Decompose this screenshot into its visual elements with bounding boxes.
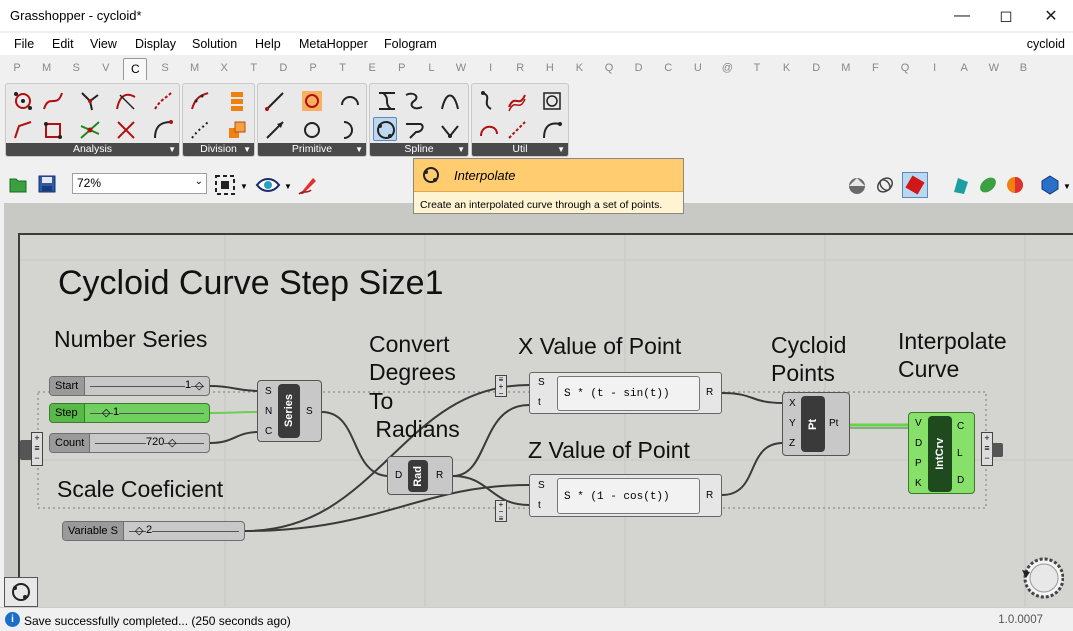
intcrv-input-d[interactable]: D xyxy=(915,438,922,449)
intcrv-input-v[interactable]: V xyxy=(915,418,922,429)
intcrv-output-d[interactable]: D xyxy=(957,475,964,486)
label-convert-3: To xyxy=(369,388,394,414)
tooltip-title: Interpolate xyxy=(454,168,516,183)
expr-x-input-s[interactable]: S xyxy=(538,377,545,388)
diamond-handle-icon[interactable]: ◇ xyxy=(135,524,143,537)
expression-z-component[interactable]: S t S * (1 - cos(t)) R xyxy=(529,474,722,517)
expr-z-text: S * (1 - cos(t)) xyxy=(564,491,670,503)
intcrv-output-l[interactable]: L xyxy=(957,448,963,459)
expr-z-input-s[interactable]: S xyxy=(538,480,545,491)
label-x-value: X Value of Point xyxy=(518,333,682,359)
label-z-value: Z Value of Point xyxy=(528,437,690,463)
label-convert-4: Radians xyxy=(369,416,460,442)
series-input-c[interactable]: C xyxy=(265,426,272,437)
slider-count[interactable]: Count 720 ◇ xyxy=(49,433,210,453)
pt-core: Pt xyxy=(801,396,825,452)
rad-core: Rad xyxy=(408,460,428,492)
interpolate-icon xyxy=(420,164,442,186)
tooltip: Interpolate Create an interpolated curve… xyxy=(413,158,684,214)
label-convert-1: Convert xyxy=(369,331,450,357)
pt-output[interactable]: Pt xyxy=(829,418,838,429)
expr-x-zoom[interactable]: ≡ + − xyxy=(495,375,507,398)
canvas-main-title: Cycloid Curve Step Size1 xyxy=(58,264,444,302)
rad-name: Rad xyxy=(412,465,424,487)
info-icon: i xyxy=(5,612,20,627)
diamond-handle-icon[interactable]: ◇ xyxy=(168,436,176,449)
slider-count-value: 720 xyxy=(146,436,165,448)
construct-point-component[interactable]: X Y Z Pt Pt xyxy=(782,392,850,456)
label-number-series: Number Series xyxy=(54,326,208,352)
slider-step-name: Step xyxy=(50,404,85,422)
pt-input-x[interactable]: X xyxy=(789,398,796,409)
intcrv-output-c[interactable]: C xyxy=(957,421,964,432)
pt-input-y[interactable]: Y xyxy=(789,418,796,429)
pt-name: Pt xyxy=(807,418,819,430)
intcrv-input-p[interactable]: P xyxy=(915,458,922,469)
pt-input-z[interactable]: Z xyxy=(789,438,795,449)
rad-output-r[interactable]: R xyxy=(436,470,443,481)
navigation-compass-icon[interactable] xyxy=(1020,556,1065,600)
slider-variable-s[interactable]: Variable S ◇ 2 xyxy=(62,521,245,541)
radians-component[interactable]: D Rad R xyxy=(387,456,453,495)
label-interpolate-2: Curve xyxy=(898,356,960,382)
intcrv-core: IntCrv xyxy=(928,416,952,492)
series-output-s[interactable]: S xyxy=(306,406,313,417)
interpolate-icon[interactable] xyxy=(4,577,38,607)
slider-variable-s-value: 2 xyxy=(146,524,153,536)
slider-start-value: 1 xyxy=(185,379,192,391)
diamond-handle-icon[interactable]: ◇ xyxy=(102,406,110,419)
slider-step[interactable]: Step ◇ 1 xyxy=(49,403,210,423)
grasshopper-window: Grasshopper - cycloid* — ◻ ✕ File Edit V… xyxy=(0,0,1073,631)
expr-z-output-r[interactable]: R xyxy=(706,490,713,501)
intcrv-name: IntCrv xyxy=(934,438,946,470)
label-convert-2: Degrees xyxy=(369,359,456,385)
series-component[interactable]: S N C Series S xyxy=(257,380,322,442)
expr-x-output-r[interactable]: R xyxy=(706,387,713,398)
expr-x-input-t[interactable]: t xyxy=(538,397,541,408)
rad-input-d[interactable]: D xyxy=(395,470,402,481)
expr-z-input-t[interactable]: t xyxy=(538,500,541,511)
label-scale: Scale Coeficient xyxy=(57,476,224,502)
diamond-handle-icon[interactable]: ◇ xyxy=(195,379,203,392)
expr-z-zoom[interactable]: + − ≡ xyxy=(495,500,507,523)
status-bar: i Save successfully completed... (250 se… xyxy=(0,607,1073,631)
series-core: Series xyxy=(278,384,300,438)
slider-variable-s-name: Variable S xyxy=(63,522,124,540)
slider-step-value: 1 xyxy=(113,406,120,418)
label-cycloid-2: Points xyxy=(771,360,835,386)
slider-start[interactable]: Start 1 ◇ xyxy=(49,376,210,396)
series-name: Series xyxy=(283,394,295,428)
tooltip-header: Interpolate xyxy=(414,159,683,192)
label-cycloid-1: Cycloid xyxy=(771,332,847,358)
expression-x-component[interactable]: S t S * (t - sin(t)) R xyxy=(529,372,722,414)
expr-x-text: S * (t - sin(t)) xyxy=(564,388,670,400)
expr-x-box: S * (t - sin(t)) xyxy=(557,376,700,411)
slider-count-name: Count xyxy=(50,434,90,452)
tooltip-description: Create an interpolated curve through a s… xyxy=(420,199,663,211)
intcrv-input-k[interactable]: K xyxy=(915,478,922,489)
series-input-n[interactable]: N xyxy=(265,406,272,417)
group-grip-right[interactable] xyxy=(992,443,1003,457)
version-label: 1.0.0007 xyxy=(998,614,1043,626)
interpolate-curve-component[interactable]: V D P K IntCrv C L D xyxy=(908,412,975,494)
group-zoom-left[interactable]: + ≡ − xyxy=(31,432,43,466)
slider-start-name: Start xyxy=(50,377,85,395)
status-message: Save successfully completed... (250 seco… xyxy=(24,614,291,628)
label-interpolate-1: Interpolate xyxy=(898,328,1007,354)
expr-z-box: S * (1 - cos(t)) xyxy=(557,478,700,514)
series-input-s[interactable]: S xyxy=(265,386,272,397)
